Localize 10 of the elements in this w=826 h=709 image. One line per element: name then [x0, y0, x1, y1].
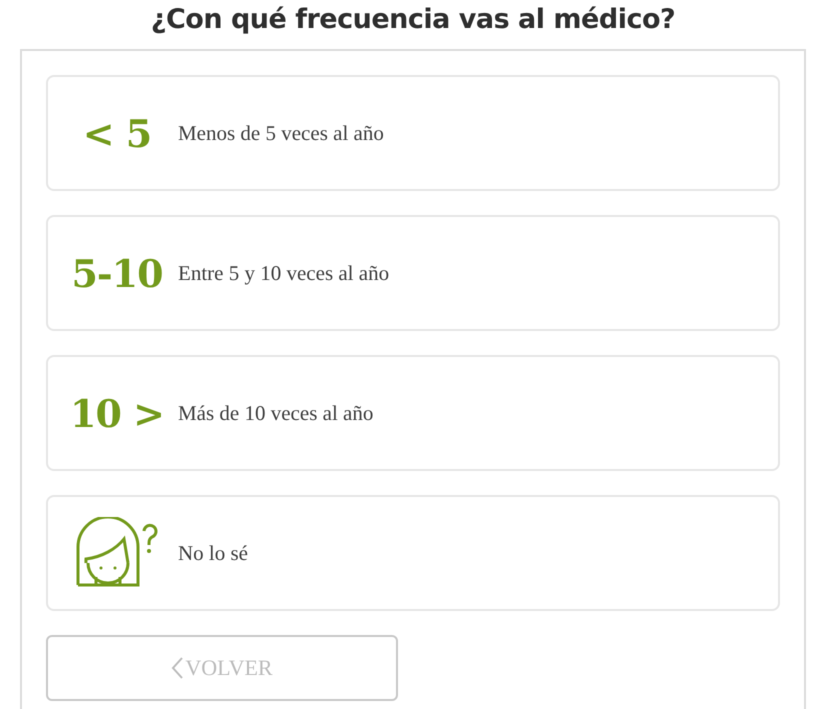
answer-option[interactable]: < 5 Menos de 5 veces al año: [46, 75, 780, 191]
person-question-icon: [74, 517, 160, 589]
range-label: 10 >: [70, 390, 164, 436]
question-title: ¿Con qué frecuencia vas al médico?: [150, 3, 676, 37]
answer-option[interactable]: No lo sé: [46, 495, 780, 611]
range-label: 5-10: [71, 250, 163, 296]
chevron-left-icon: [171, 657, 184, 679]
range-label: < 5: [82, 110, 152, 156]
answer-option[interactable]: 10 > Más de 10 veces al año: [46, 355, 780, 471]
answer-option[interactable]: 5-10 Entre 5 y 10 veces al año: [46, 215, 780, 331]
